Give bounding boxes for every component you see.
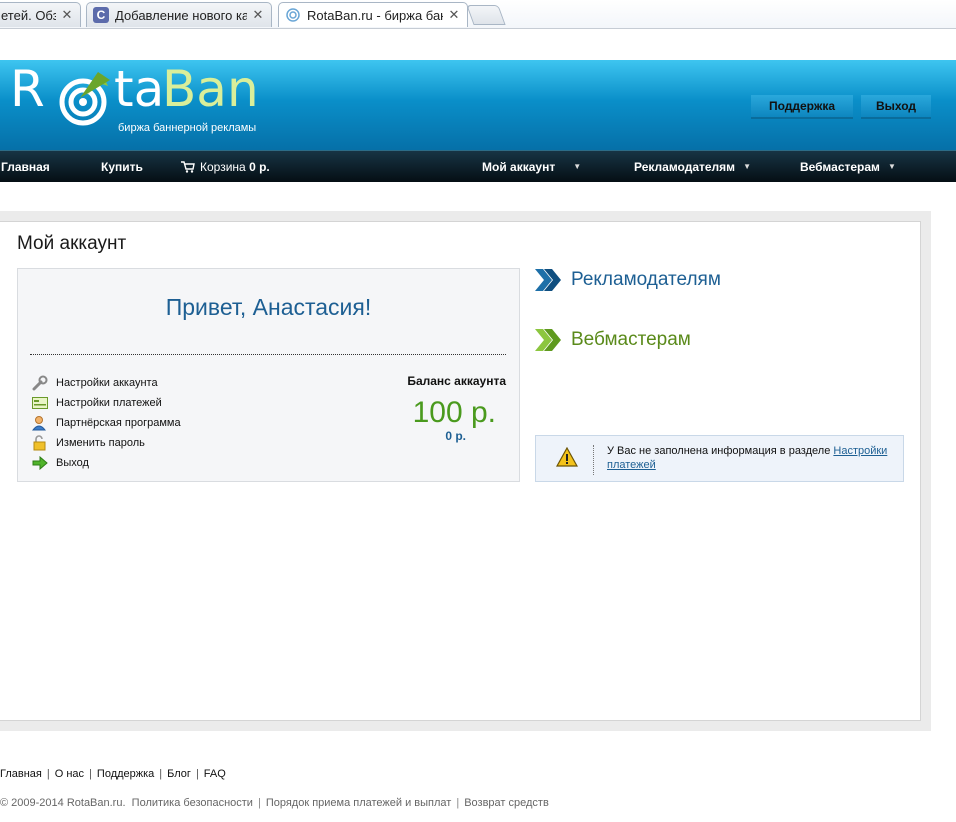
chevron-down-icon: ▼ bbox=[573, 162, 582, 171]
browser-tab-title: Добавление нового кана bbox=[115, 7, 247, 23]
page-title: Мой аккаунт bbox=[17, 233, 127, 254]
alert-divider bbox=[593, 445, 594, 475]
nav-webmasters-label: Вебмастерам bbox=[800, 159, 880, 174]
footer-links: Главная | О нас | Поддержка | Блог | FAQ bbox=[0, 768, 226, 780]
browser-tab-3[interactable]: RotaBan.ru - биржа банне ✕ bbox=[278, 2, 468, 27]
balance-sub-value: 0 р. bbox=[445, 429, 466, 443]
menu-item-label: Изменить пароль bbox=[56, 437, 145, 449]
side-link-label: Рекламодателям bbox=[571, 269, 721, 290]
footer-link-support[interactable]: Поддержка bbox=[97, 768, 154, 780]
balance-label: Баланс аккаунта bbox=[407, 374, 506, 388]
site-logo[interactable]: R ta Ban биржа баннерной рекламы bbox=[10, 60, 270, 140]
logo-letter-r: R bbox=[10, 60, 45, 118]
alert-message: У Вас не заполнена информация в разделе bbox=[607, 445, 834, 457]
side-link-label: Вебмастерам bbox=[571, 329, 691, 350]
browser-tab-title: етей. Обзо bbox=[1, 7, 56, 23]
close-icon[interactable]: ✕ bbox=[251, 7, 265, 23]
balance-value: 100 р. bbox=[412, 396, 496, 429]
menu-item-label: Настройки платежей bbox=[56, 397, 162, 409]
footer-link-faq[interactable]: FAQ bbox=[204, 768, 226, 780]
warning-icon bbox=[556, 447, 578, 467]
users-icon bbox=[31, 415, 49, 431]
browser-tab-strip: етей. Обзо ✕ C Добавление нового кана ✕ … bbox=[0, 0, 956, 28]
browser-toolbar bbox=[0, 28, 956, 61]
lock-icon bbox=[31, 435, 49, 451]
support-button[interactable]: Поддержка bbox=[751, 95, 853, 119]
nav-home-label: Главная bbox=[1, 159, 50, 174]
logo-text-ta: ta bbox=[114, 60, 165, 118]
cart-amount: 0 р. bbox=[249, 159, 270, 174]
browser-tab-1[interactable]: етей. Обзо ✕ bbox=[0, 2, 81, 27]
chevron-down-icon: ▼ bbox=[743, 162, 751, 171]
dotted-divider bbox=[30, 354, 506, 355]
logo-text-ban: Ban bbox=[162, 60, 259, 118]
menu-partner-program[interactable]: Партнёрская программа bbox=[31, 414, 181, 432]
greeting-text: Привет, Анастасия! bbox=[165, 294, 372, 320]
double-chevron-right-icon bbox=[535, 269, 561, 291]
arrow-right-icon bbox=[31, 455, 49, 471]
footer-link-refund[interactable]: Возврат средств bbox=[464, 797, 549, 809]
nav-advertisers-label: Рекламодателям bbox=[634, 159, 736, 174]
menu-payment-settings[interactable]: Настройки платежей bbox=[31, 394, 162, 412]
menu-item-label: Выход bbox=[56, 457, 89, 469]
logo-tagline: биржа баннерной рекламы bbox=[118, 122, 257, 134]
nav-my-account-label: Мой аккаунт bbox=[482, 159, 556, 174]
browser-tab-title: RotaBan.ru - биржа банне bbox=[307, 7, 443, 23]
browser-tab-2[interactable]: C Добавление нового кана ✕ bbox=[86, 2, 272, 27]
logout-button[interactable]: Выход bbox=[861, 95, 931, 119]
footer-link-blog[interactable]: Блог bbox=[167, 768, 191, 780]
target-favicon-icon bbox=[285, 7, 301, 23]
menu-change-password[interactable]: Изменить пароль bbox=[31, 434, 145, 452]
close-icon[interactable]: ✕ bbox=[60, 7, 74, 23]
main-nav: Главная Купить Корзина 0 р. Мой аккаунт ▼… bbox=[0, 150, 956, 182]
double-chevron-right-icon bbox=[535, 329, 561, 351]
wrench-icon bbox=[31, 375, 49, 391]
logo-target-icon bbox=[59, 72, 110, 126]
menu-logout[interactable]: Выход bbox=[31, 454, 89, 472]
menu-item-label: Настройки аккаунта bbox=[56, 377, 158, 389]
nav-cart[interactable]: Корзина 0 р. bbox=[181, 151, 270, 182]
nav-buy[interactable]: Купить bbox=[101, 151, 143, 182]
side-link-advertisers[interactable]: Рекламодателям bbox=[535, 265, 721, 295]
footer-link-about[interactable]: О нас bbox=[55, 768, 84, 780]
side-link-webmasters[interactable]: Вебмастерам bbox=[535, 325, 691, 355]
menu-item-label: Партнёрская программа bbox=[56, 417, 181, 429]
nav-buy-label: Купить bbox=[101, 159, 143, 174]
nav-cart-label: Корзина bbox=[200, 159, 246, 174]
cart-icon bbox=[181, 160, 195, 173]
nav-home[interactable]: Главная bbox=[1, 151, 50, 182]
menu-account-settings[interactable]: Настройки аккаунта bbox=[31, 374, 158, 392]
close-icon[interactable]: ✕ bbox=[447, 7, 461, 23]
alert-text: У Вас не заполнена информация в разделе … bbox=[607, 444, 897, 472]
site-favicon-icon: C bbox=[93, 7, 109, 23]
footer-link-payments[interactable]: Порядок приема платежей и выплат bbox=[266, 797, 452, 809]
payment-card-icon bbox=[31, 395, 49, 411]
nav-webmasters[interactable]: Вебмастерам ▼ bbox=[800, 151, 896, 182]
new-tab-button[interactable] bbox=[466, 5, 506, 25]
footer-link-privacy[interactable]: Политика безопасности bbox=[132, 797, 253, 809]
nav-my-account[interactable]: Мой аккаунт ▼ bbox=[482, 151, 581, 182]
chevron-down-icon: ▼ bbox=[887, 162, 896, 171]
copyright-text: © 2009-2014 RotaBan.ru. bbox=[0, 797, 126, 809]
footer-link-home[interactable]: Главная bbox=[0, 768, 42, 780]
nav-advertisers[interactable]: Рекламодателям ▼ bbox=[634, 151, 751, 182]
footer-copyright: © 2009-2014 RotaBan.ru. Политика безопас… bbox=[0, 797, 549, 809]
